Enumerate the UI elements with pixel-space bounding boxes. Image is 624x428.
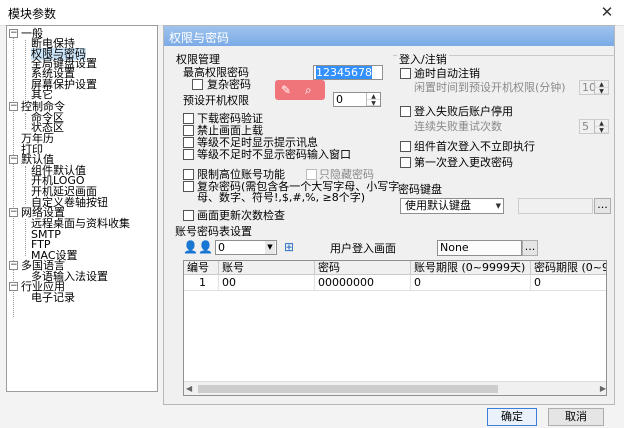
column-header[interactable]: 密码期限 (0~9999 [531, 261, 606, 275]
hide-password-only-checkbox[interactable] [306, 169, 317, 180]
timeout-spinner[interactable]: ▲ ▼ [594, 81, 608, 94]
hide-password-window-checkbox[interactable] [183, 149, 194, 160]
preset-boot-label: 预设开机权限 [183, 94, 249, 107]
cancel-button[interactable]: 取消 [548, 408, 604, 426]
first-login-change-checkbox[interactable] [400, 157, 411, 168]
limit-account-checkbox[interactable] [183, 169, 194, 180]
expand-icon[interactable]: − [9, 29, 18, 38]
show-hint-checkbox[interactable] [183, 137, 194, 148]
scroll-right-icon[interactable]: ▶ [600, 384, 606, 393]
expand-icon[interactable]: − [9, 102, 18, 111]
ok-button[interactable]: 确定 [487, 408, 537, 426]
chevron-down-icon[interactable]: ▼ [265, 241, 275, 254]
fail-retry-value: 5 [582, 120, 589, 133]
account-group-title: 账号密码表设置 [175, 225, 252, 238]
auth-group-title: 权限管理 [176, 53, 220, 66]
scroll-left-icon[interactable]: ◀ [186, 384, 192, 393]
keyboard-select-value: 使用默认键盘 [405, 199, 471, 212]
column-header[interactable]: 编号 [184, 261, 219, 275]
magic-edit-icon[interactable]: ✎ [281, 80, 291, 100]
first-login-change-label: 第一次登入更改密码 [414, 156, 513, 169]
fail-hint: 连续失败重试次数 [414, 120, 502, 133]
keyboard-path-field[interactable] [518, 198, 593, 214]
horizontal-scrollbar[interactable]: ◀ ▶ [184, 381, 606, 395]
remove-user-icon[interactable]: 👤 [198, 240, 213, 254]
table-cell[interactable]: 1 [184, 275, 219, 291]
table-cell[interactable]: 0 [531, 275, 606, 291]
user-login-browse-button[interactable]: ... [522, 240, 538, 256]
keyboard-browse-button[interactable]: ... [594, 198, 611, 214]
floating-toolbar[interactable]: ✎ ⌕ [275, 80, 325, 100]
table-cell[interactable]: 00000000 [315, 275, 411, 291]
download-password-checkbox[interactable] [183, 113, 194, 124]
first-login-no-exec-checkbox[interactable] [400, 141, 411, 152]
column-header[interactable]: 账号期限 (0~9999天) [411, 261, 531, 275]
complex-password-label: 复杂密码 [207, 78, 251, 91]
expand-icon[interactable]: − [9, 155, 18, 164]
search-icon[interactable]: ⌕ [305, 80, 312, 100]
panel-header: 权限与密码 [164, 26, 614, 46]
fail-stop-label: 登入失败后账户停用 [414, 105, 513, 118]
timeout-logout-checkbox[interactable] [400, 68, 411, 79]
hide-password-window-label: 等级不足时不显示密码输入窗口 [197, 148, 351, 161]
max-password-input[interactable]: 12345678 [313, 65, 383, 80]
timeout-logout-label: 逾时自动注销 [414, 67, 480, 80]
max-password-value: 12345678 [316, 66, 372, 79]
column-header[interactable]: 账号 [219, 261, 315, 275]
chevron-down-icon: ▼ [495, 202, 501, 210]
keyboard-group-title: 密码键盘 [398, 183, 442, 196]
timeout-hint: 闲置时间到预设开机权限(分钟) [414, 81, 566, 94]
scrollbar-thumb[interactable] [198, 385, 498, 393]
complex-password-checkbox[interactable] [192, 79, 203, 90]
account-table[interactable]: 编号 账号 密码 账号期限 (0~9999天) 密码期限 (0~9999 1 0… [183, 260, 607, 396]
timeout-input[interactable]: 10 ▲ ▼ [579, 80, 609, 95]
tree-item-electronic-records[interactable]: 电子记录 [31, 292, 75, 304]
keyboard-select[interactable]: 使用默认键盘 ▼ [400, 198, 504, 214]
first-login-no-exec-label: 组件首次登入不立即执行 [414, 140, 535, 153]
preset-boot-input[interactable]: 0 ▲ ▼ [333, 92, 381, 107]
account-combo[interactable]: 0 ▼ [215, 240, 277, 255]
fail-stop-checkbox[interactable] [400, 106, 411, 117]
fail-retry-spinner[interactable]: ▲ ▼ [594, 120, 608, 133]
expand-icon[interactable]: − [9, 282, 18, 291]
preset-boot-value: 0 [336, 93, 343, 106]
close-icon[interactable]: ✕ [598, 3, 616, 21]
table-cell[interactable]: 00 [219, 275, 315, 291]
complex-rule-checkbox[interactable] [183, 181, 194, 192]
add-user-icon[interactable]: 👤 [183, 240, 198, 254]
grid-settings-icon[interactable]: ⊞ [284, 240, 294, 254]
user-login-field[interactable]: None [437, 240, 522, 256]
settings-tree[interactable]: − 一般 断电保持 权限与密码 全局键盘设置 系统设置 屏幕保护设置 其它 − … [6, 25, 158, 392]
table-cell[interactable]: 0 [411, 275, 531, 291]
window-title: 模块参数 [8, 7, 57, 21]
user-login-label: 用户登入画面 [330, 242, 396, 255]
disable-upload-checkbox[interactable] [183, 125, 194, 136]
title-bar: 模块参数 ✕ [0, 0, 624, 26]
expand-icon[interactable]: − [9, 261, 18, 270]
expand-icon[interactable]: − [9, 208, 18, 217]
account-combo-value: 0 [218, 241, 225, 254]
fail-retry-input[interactable]: 5 ▲ ▼ [579, 119, 609, 134]
user-login-value: None [440, 241, 469, 254]
screen-update-checkbox[interactable] [183, 210, 194, 221]
complex-rule-line2: 母、数字、符号!,$,#,%, ≥8个字) [197, 191, 366, 204]
screen-update-label: 画面更新次数检查 [197, 209, 285, 222]
column-header[interactable]: 密码 [315, 261, 411, 275]
login-group-title: 登入/注销 [397, 53, 449, 66]
preset-boot-spinner[interactable]: ▲ ▼ [366, 93, 380, 106]
